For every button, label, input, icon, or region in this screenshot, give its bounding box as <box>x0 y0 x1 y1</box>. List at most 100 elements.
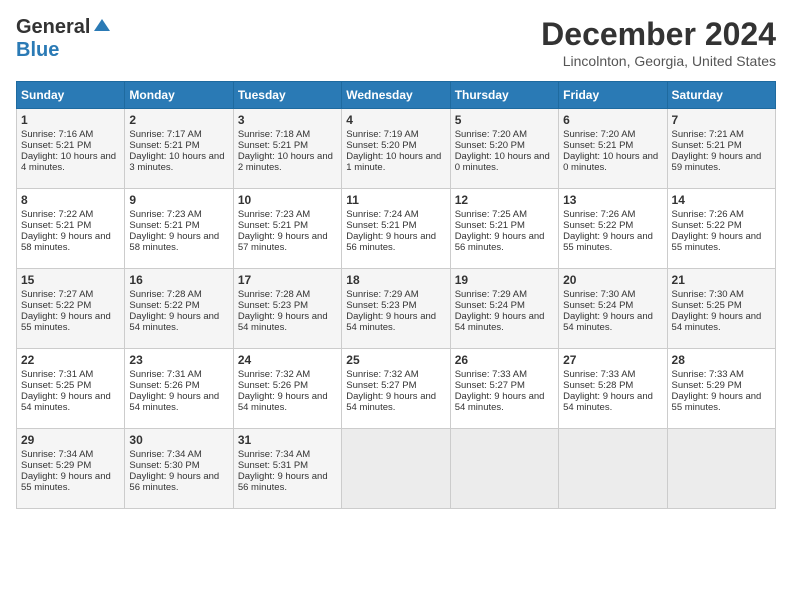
sunset: Sunset: 5:21 PM <box>346 220 416 231</box>
calendar-cell: 6Sunrise: 7:20 AMSunset: 5:21 PMDaylight… <box>559 109 667 189</box>
sunset: Sunset: 5:22 PM <box>672 220 742 231</box>
daylight-label: Daylight: 9 hours and 54 minutes. <box>346 391 436 413</box>
sunset: Sunset: 5:21 PM <box>455 220 525 231</box>
sunset: Sunset: 5:22 PM <box>563 220 633 231</box>
daylight-label: Daylight: 10 hours and 3 minutes. <box>129 151 224 173</box>
location: Lincolnton, Georgia, United States <box>541 53 776 69</box>
daylight-label: Daylight: 10 hours and 0 minutes. <box>563 151 658 173</box>
sunrise: Sunrise: 7:34 AM <box>238 449 310 460</box>
sunrise: Sunrise: 7:17 AM <box>129 129 201 140</box>
daylight-label: Daylight: 9 hours and 56 minutes. <box>129 471 219 493</box>
sunset: Sunset: 5:21 PM <box>21 220 91 231</box>
daylight-label: Daylight: 9 hours and 55 minutes. <box>563 231 653 253</box>
day-number: 30 <box>129 433 228 447</box>
calendar-table: SundayMondayTuesdayWednesdayThursdayFrid… <box>16 81 776 509</box>
sunset: Sunset: 5:24 PM <box>455 300 525 311</box>
day-number: 19 <box>455 273 554 287</box>
sunset: Sunset: 5:21 PM <box>238 220 308 231</box>
sunrise: Sunrise: 7:34 AM <box>21 449 93 460</box>
sunrise: Sunrise: 7:22 AM <box>21 209 93 220</box>
week-row-1: 1Sunrise: 7:16 AMSunset: 5:21 PMDaylight… <box>17 109 776 189</box>
week-row-5: 29Sunrise: 7:34 AMSunset: 5:29 PMDayligh… <box>17 429 776 509</box>
sunrise: Sunrise: 7:31 AM <box>129 369 201 380</box>
week-row-2: 8Sunrise: 7:22 AMSunset: 5:21 PMDaylight… <box>17 189 776 269</box>
calendar-cell: 23Sunrise: 7:31 AMSunset: 5:26 PMDayligh… <box>125 349 233 429</box>
sunrise: Sunrise: 7:29 AM <box>455 289 527 300</box>
sunrise: Sunrise: 7:30 AM <box>563 289 635 300</box>
day-number: 16 <box>129 273 228 287</box>
day-header-monday: Monday <box>125 82 233 109</box>
sunset: Sunset: 5:21 PM <box>21 140 91 151</box>
calendar-cell: 18Sunrise: 7:29 AMSunset: 5:23 PMDayligh… <box>342 269 450 349</box>
week-row-3: 15Sunrise: 7:27 AMSunset: 5:22 PMDayligh… <box>17 269 776 349</box>
sunrise: Sunrise: 7:26 AM <box>563 209 635 220</box>
sunset: Sunset: 5:21 PM <box>672 140 742 151</box>
sunset: Sunset: 5:20 PM <box>346 140 416 151</box>
day-number: 27 <box>563 353 662 367</box>
day-number: 8 <box>21 193 120 207</box>
calendar-cell: 16Sunrise: 7:28 AMSunset: 5:22 PMDayligh… <box>125 269 233 349</box>
daylight-label: Daylight: 10 hours and 0 minutes. <box>455 151 550 173</box>
day-number: 21 <box>672 273 771 287</box>
sunrise: Sunrise: 7:34 AM <box>129 449 201 460</box>
month-title: December 2024 <box>541 16 776 53</box>
title-block: December 2024 Lincolnton, Georgia, Unite… <box>541 16 776 69</box>
daylight-label: Daylight: 9 hours and 54 minutes. <box>672 311 762 333</box>
sunset: Sunset: 5:27 PM <box>455 380 525 391</box>
calendar-cell <box>342 429 450 509</box>
sunrise: Sunrise: 7:30 AM <box>672 289 744 300</box>
day-number: 2 <box>129 113 228 127</box>
daylight-label: Daylight: 9 hours and 54 minutes. <box>21 391 111 413</box>
sunset: Sunset: 5:25 PM <box>21 380 91 391</box>
sunrise: Sunrise: 7:23 AM <box>129 209 201 220</box>
logo: General Blue <box>16 16 112 62</box>
day-header-sunday: Sunday <box>17 82 125 109</box>
sunset: Sunset: 5:26 PM <box>238 380 308 391</box>
calendar-cell: 13Sunrise: 7:26 AMSunset: 5:22 PMDayligh… <box>559 189 667 269</box>
day-number: 14 <box>672 193 771 207</box>
day-number: 20 <box>563 273 662 287</box>
daylight-label: Daylight: 10 hours and 2 minutes. <box>238 151 333 173</box>
sunrise: Sunrise: 7:29 AM <box>346 289 418 300</box>
sunset: Sunset: 5:21 PM <box>238 140 308 151</box>
sunrise: Sunrise: 7:33 AM <box>455 369 527 380</box>
sunset: Sunset: 5:31 PM <box>238 460 308 471</box>
calendar-cell: 31Sunrise: 7:34 AMSunset: 5:31 PMDayligh… <box>233 429 341 509</box>
week-row-4: 22Sunrise: 7:31 AMSunset: 5:25 PMDayligh… <box>17 349 776 429</box>
calendar-cell: 19Sunrise: 7:29 AMSunset: 5:24 PMDayligh… <box>450 269 558 349</box>
day-header-friday: Friday <box>559 82 667 109</box>
day-number: 28 <box>672 353 771 367</box>
calendar-cell: 10Sunrise: 7:23 AMSunset: 5:21 PMDayligh… <box>233 189 341 269</box>
calendar-cell: 28Sunrise: 7:33 AMSunset: 5:29 PMDayligh… <box>667 349 775 429</box>
day-number: 26 <box>455 353 554 367</box>
daylight-label: Daylight: 9 hours and 57 minutes. <box>238 231 328 253</box>
page-header: General Blue December 2024 Lincolnton, G… <box>16 16 776 69</box>
sunrise: Sunrise: 7:27 AM <box>21 289 93 300</box>
day-number: 1 <box>21 113 120 127</box>
day-number: 4 <box>346 113 445 127</box>
calendar-cell: 22Sunrise: 7:31 AMSunset: 5:25 PMDayligh… <box>17 349 125 429</box>
sunrise: Sunrise: 7:19 AM <box>346 129 418 140</box>
day-number: 7 <box>672 113 771 127</box>
logo-general: General <box>16 16 90 39</box>
daylight-label: Daylight: 10 hours and 4 minutes. <box>21 151 116 173</box>
daylight-label: Daylight: 10 hours and 1 minute. <box>346 151 441 173</box>
sunrise: Sunrise: 7:28 AM <box>238 289 310 300</box>
sunrise: Sunrise: 7:31 AM <box>21 369 93 380</box>
day-number: 9 <box>129 193 228 207</box>
calendar-cell: 17Sunrise: 7:28 AMSunset: 5:23 PMDayligh… <box>233 269 341 349</box>
sunset: Sunset: 5:30 PM <box>129 460 199 471</box>
sunset: Sunset: 5:22 PM <box>129 300 199 311</box>
sunset: Sunset: 5:23 PM <box>346 300 416 311</box>
calendar-cell: 4 Sunrise: 7:19 AMSunset: 5:20 PMDaylight… <box>342 109 450 189</box>
calendar-cell: 20Sunrise: 7:30 AMSunset: 5:24 PMDayligh… <box>559 269 667 349</box>
calendar-cell: 14Sunrise: 7:26 AMSunset: 5:22 PMDayligh… <box>667 189 775 269</box>
logo-icon <box>92 17 112 37</box>
sunrise: Sunrise: 7:25 AM <box>455 209 527 220</box>
daylight-label: Daylight: 9 hours and 54 minutes. <box>129 311 219 333</box>
calendar-cell: 25Sunrise: 7:32 AMSunset: 5:27 PMDayligh… <box>342 349 450 429</box>
day-number: 15 <box>21 273 120 287</box>
sunrise: Sunrise: 7:18 AM <box>238 129 310 140</box>
day-number: 29 <box>21 433 120 447</box>
sunset: Sunset: 5:21 PM <box>129 140 199 151</box>
